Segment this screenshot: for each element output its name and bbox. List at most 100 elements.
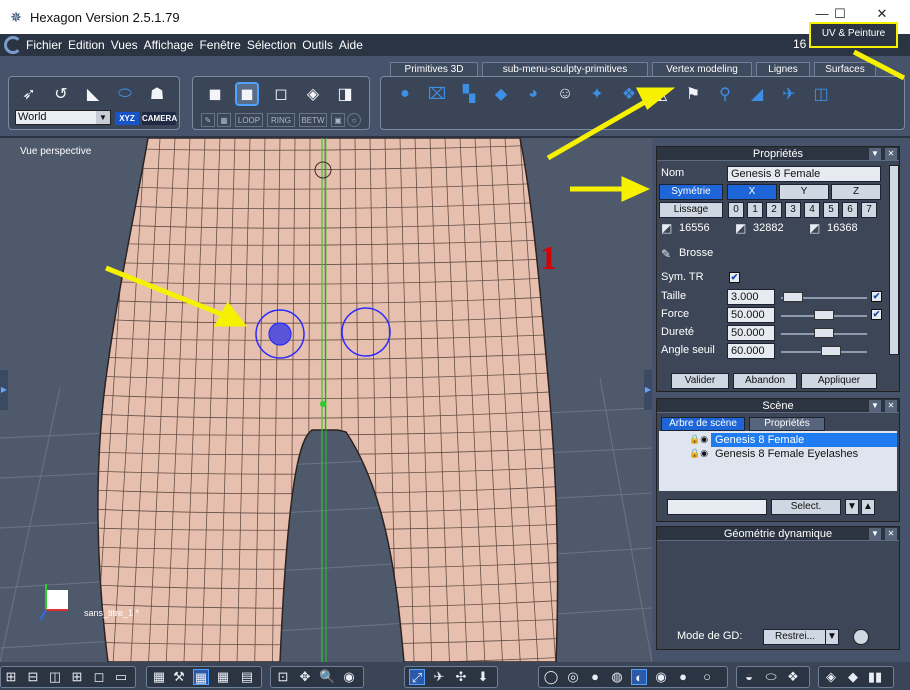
force-slider-thumb[interactable] (814, 310, 834, 320)
coordinate-space-select[interactable]: World ▼ (15, 110, 111, 125)
layout-split-h-icon[interactable]: ⊟ (25, 669, 41, 685)
shading-smooth-icon[interactable]: ◍ (609, 669, 625, 685)
vertex-mode-icon[interactable]: ◈ (301, 82, 325, 106)
circle-select-icon[interactable]: ○ (347, 113, 361, 127)
uv-peinture-tab[interactable]: UV & Peinture (809, 22, 898, 48)
axis-y-button[interactable]: Y (779, 184, 829, 200)
collapse-icon[interactable]: ▼ (869, 528, 881, 540)
smoothing-level-2[interactable]: 2 (766, 202, 782, 218)
betw-button[interactable]: BETW (299, 113, 327, 127)
box-deform-icon[interactable]: ◫ (809, 82, 833, 106)
shading-textured-icon[interactable]: ◉ (653, 669, 669, 685)
rotate-manip-icon[interactable]: ✣ (453, 669, 469, 685)
force-field[interactable]: 50.000 (727, 307, 775, 323)
select-filter-input[interactable] (667, 499, 767, 515)
shading-flat-icon[interactable]: ● (587, 669, 603, 685)
axis-z-button[interactable]: Z (831, 184, 881, 200)
layout-wide-icon[interactable]: ▭ (113, 669, 129, 685)
close-panel-icon[interactable]: ✕ (885, 528, 897, 540)
cube-brush-icon[interactable]: ◆ (489, 82, 513, 106)
plane-deform-icon[interactable]: ◢ (745, 82, 769, 106)
lasso-select-icon[interactable]: ↺ (49, 82, 73, 106)
face-mode-icon[interactable]: ◼ (235, 82, 259, 106)
angle-slider-thumb[interactable] (820, 346, 841, 356)
edge-mode-icon[interactable]: ◻ (269, 82, 293, 106)
xyz-button[interactable]: XYZ (115, 112, 139, 125)
select-button[interactable]: Select. (771, 499, 841, 515)
smoothing-button[interactable]: Lissage (659, 202, 723, 218)
collapse-icon[interactable]: ▼ (869, 148, 881, 160)
menu-fichier[interactable]: Fichier (26, 38, 62, 52)
move-down-icon[interactable]: ▼ (845, 499, 859, 515)
close-button[interactable]: ✕ (872, 4, 892, 24)
menu-aide[interactable]: Aide (339, 38, 363, 52)
tab-scene-properties[interactable]: Propriétés (749, 417, 825, 431)
3d-viewport[interactable]: Vue perspective sans_titre_1 * 1 ▶ ▶ (0, 138, 652, 662)
shading-wire-sphere-icon[interactable]: ◎ (565, 669, 581, 685)
smoothing-level-3[interactable]: 3 (785, 202, 801, 218)
name-field[interactable]: Genesis 8 Female (727, 166, 881, 182)
select-arrow-icon[interactable]: ➶ (17, 82, 41, 106)
grid-select-icon[interactable]: ▦ (217, 113, 231, 127)
minimize-button[interactable]: — (812, 4, 832, 24)
hardness-field[interactable]: 50.000 (727, 325, 775, 341)
smoothing-level-1[interactable]: 1 (747, 202, 763, 218)
render-disc-icon[interactable]: ◒ (741, 669, 757, 685)
size-field[interactable]: 3.000 (727, 289, 775, 305)
eye-icon[interactable]: ◉ (341, 669, 357, 685)
smoothing-level-5[interactable]: 5 (823, 202, 839, 218)
camera-button[interactable]: CAMERA (142, 112, 177, 125)
object-cube-icon[interactable]: ◈ (823, 669, 839, 685)
render-ellipse-icon[interactable]: ⬭ (763, 669, 779, 685)
maximize-button[interactable]: ☐ (830, 4, 850, 24)
move-manip-icon[interactable]: ✈ (431, 669, 447, 685)
color-sphere-icon[interactable]: ◕ (521, 82, 545, 106)
size-checkbox[interactable]: ✔ (871, 291, 882, 302)
tab-scene-tree[interactable]: Arbre de scène (661, 417, 745, 431)
magnet-select-icon[interactable]: ⬭ (113, 82, 137, 106)
grid-icon[interactable]: ▦ (151, 669, 167, 685)
ghost-select-icon[interactable]: ☗ (145, 82, 169, 106)
render-blue-icon[interactable]: ❖ (785, 669, 801, 685)
scale-manip-icon[interactable]: ⬇ (475, 669, 491, 685)
abandon-button[interactable]: Abandon (733, 373, 797, 389)
auto-mode-icon[interactable]: ◨ (333, 82, 357, 106)
star-deform-icon[interactable]: ✦ (585, 82, 609, 106)
menu-selection[interactable]: Sélection (247, 38, 296, 52)
object-solid-icon[interactable]: ◆ (845, 669, 861, 685)
shading-light-icon[interactable]: ● (675, 669, 691, 685)
smoothing-level-4[interactable]: 4 (804, 202, 820, 218)
grid-display-icon[interactable]: ▦ (193, 669, 209, 685)
symmetry-button[interactable]: Symétrie (659, 184, 723, 200)
paint-select-icon[interactable]: ◣ (81, 82, 105, 106)
tab-lignes[interactable]: Lignes (756, 62, 810, 76)
close-panel-icon[interactable]: ✕ (885, 400, 897, 412)
menu-outils[interactable]: Outils (302, 38, 333, 52)
pan-icon[interactable]: ✥ (297, 669, 313, 685)
uv-paint-icon[interactable]: ◭ (649, 82, 673, 106)
zoom-icon[interactable]: 🔍 (319, 669, 335, 685)
force-checkbox[interactable]: ✔ (871, 309, 882, 320)
layout-split-v-icon[interactable]: ◫ (47, 669, 63, 685)
sym-tr-checkbox[interactable]: ✔ (729, 272, 740, 283)
smoothing-level-7[interactable]: 7 (861, 202, 877, 218)
tree-item[interactable]: Genesis 8 Female (711, 433, 897, 447)
properties-scrollbar[interactable] (889, 165, 899, 355)
axis-x-button[interactable]: X (727, 184, 777, 200)
move-up-icon[interactable]: ▲ (861, 499, 875, 515)
right-panel-toggle-icon[interactable]: ▶ (644, 370, 652, 410)
shading-wire-icon[interactable]: ◯ (543, 669, 559, 685)
tab-surfaces[interactable]: Surfaces (814, 62, 876, 76)
grid-toggle-icon[interactable]: ▤ (239, 669, 255, 685)
layout-single-icon[interactable]: ◻ (91, 669, 107, 685)
sphere-brush-icon[interactable]: ● (393, 82, 417, 106)
gd-mode-select[interactable]: Restrei... (763, 629, 827, 645)
tree-item[interactable]: Genesis 8 Female Eyelashes (711, 447, 897, 461)
tab-primitives-3d[interactable]: Primitives 3D (390, 62, 478, 76)
gd-sphere-icon[interactable] (853, 629, 869, 645)
shading-smooth-wire-icon[interactable]: ◐ (631, 669, 647, 685)
chevron-down-icon[interactable]: ▼ (825, 629, 839, 645)
bend-deform-icon[interactable]: ✈ (777, 82, 801, 106)
shading-more-icon[interactable]: ○ (699, 669, 715, 685)
grid-red-icon[interactable]: ▦ (215, 669, 231, 685)
